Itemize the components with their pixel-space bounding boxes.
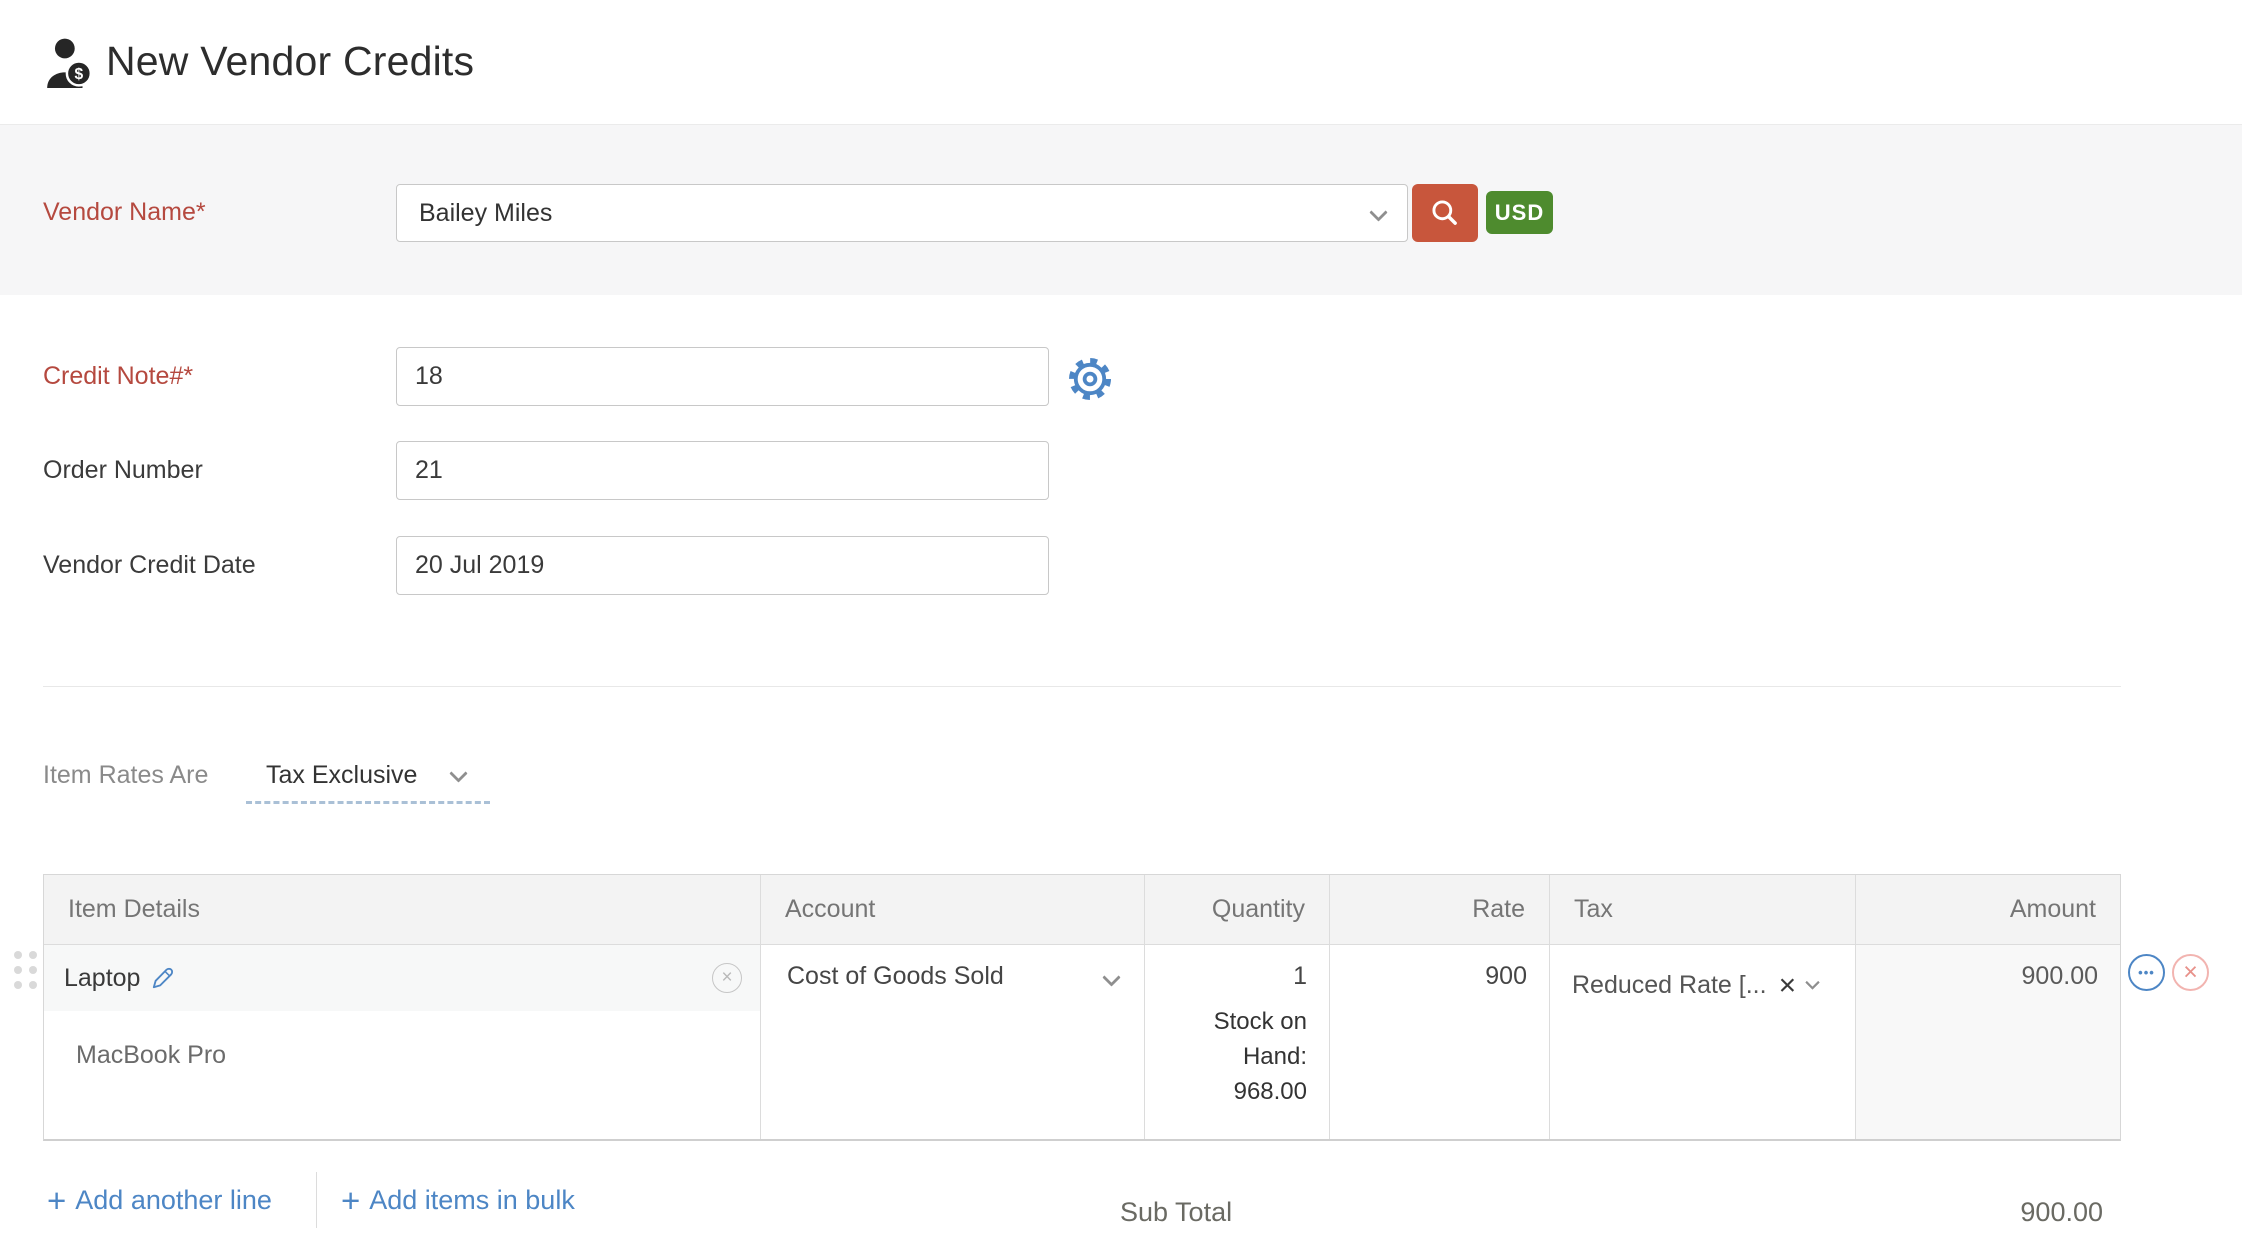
amount-value: 900.00 [2021, 962, 2098, 990]
col-header-account: Account [761, 875, 1145, 944]
chevron-down-icon [1369, 203, 1388, 222]
delete-row-button[interactable]: × [2172, 954, 2209, 991]
credit-note-label: Credit Note#* [43, 362, 194, 390]
page-title: New Vendor Credits [106, 38, 475, 84]
col-header-amount: Amount [2009, 895, 2096, 923]
tax-cell: Reduced Rate [... × [1550, 945, 1856, 1139]
item-name-strip: Laptop × [44, 945, 760, 1011]
vendor-section: Vendor Name* Bailey Miles USD [0, 124, 2242, 295]
vendor-name-select[interactable]: Bailey Miles [396, 184, 1408, 242]
tax-value[interactable]: Reduced Rate [... [1572, 971, 1767, 1000]
ellipsis-icon: ••• [2138, 965, 2155, 980]
quantity-cell[interactable]: 1 Stock on Hand: 968.00 [1145, 945, 1330, 1139]
clear-item-button[interactable]: × [712, 963, 742, 993]
account-cell[interactable]: Cost of Goods Sold [761, 945, 1145, 1139]
credit-note-settings-button[interactable] [1066, 355, 1114, 403]
vendor-search-button[interactable] [1412, 184, 1478, 242]
edit-pencil-icon[interactable] [150, 965, 176, 991]
dollar-icon: $ [75, 66, 84, 83]
sub-total-value: 900.00 [2020, 1197, 2103, 1227]
col-header-rate: Rate [1330, 875, 1550, 944]
vendor-credit-date-label: Vendor Credit Date [43, 551, 256, 579]
item-rates-label: Item Rates Are [43, 761, 209, 789]
sub-total-label: Sub Total [1120, 1197, 1233, 1227]
col-header-tax: Tax [1550, 875, 1856, 944]
rate-value: 900 [1485, 962, 1527, 990]
stock-on-hand-value: 968.00 [1233, 1078, 1307, 1105]
item-details-cell: Laptop × MacBook Pro [44, 945, 761, 1139]
plus-icon: + [47, 1181, 67, 1219]
close-icon: × [2183, 958, 2198, 986]
chevron-down-icon[interactable] [1805, 975, 1820, 990]
row-drag-handle[interactable] [14, 951, 37, 989]
line-items-table: Item Details Account Quantity Rate Tax A… [43, 874, 2121, 1141]
chevron-down-icon[interactable] [449, 764, 468, 783]
quantity-value: 1 [1293, 962, 1307, 990]
add-items-in-bulk-label: Add items in bulk [369, 1184, 575, 1215]
amount-cell: 900.00 [1856, 945, 2120, 1139]
vendor-credits-icon: $ [44, 36, 94, 88]
links-divider [315, 1172, 317, 1228]
chevron-down-icon [1102, 968, 1121, 987]
table-actions: + Add another line + Add items in bulk [47, 1172, 575, 1228]
table-header-row: Item Details Account Quantity Rate Tax A… [44, 875, 2120, 945]
credit-note-input[interactable] [396, 347, 1049, 406]
gear-icon [1069, 358, 1111, 400]
order-number-label: Order Number [43, 456, 203, 484]
order-number-input[interactable] [396, 441, 1049, 500]
account-value: Cost of Goods Sold [787, 962, 1004, 990]
remove-tax-icon[interactable]: × [1779, 970, 1797, 1001]
item-description[interactable]: MacBook Pro [76, 1041, 760, 1070]
col-header-quantity: Quantity [1145, 875, 1330, 944]
plus-icon: + [340, 1181, 361, 1219]
table-row: Laptop × MacBook Pro Cost of Goods Sold … [44, 945, 2120, 1139]
currency-badge: USD [1486, 191, 1553, 234]
row-more-options-button[interactable]: ••• [2128, 954, 2165, 991]
vendor-name-label: Vendor Name* [43, 198, 206, 226]
page-header: $ New Vendor Credits [0, 0, 2242, 124]
add-items-in-bulk-link[interactable]: + Add items in bulk [341, 1184, 575, 1217]
section-divider [43, 686, 2121, 687]
add-another-line-link[interactable]: + Add another line [47, 1184, 272, 1217]
item-name: Laptop [64, 963, 141, 992]
search-icon [1432, 200, 1457, 225]
stock-on-hand-label: Stock on Hand: [1213, 1008, 1307, 1070]
add-another-line-label: Add another line [75, 1184, 272, 1215]
rate-cell[interactable]: 900 [1330, 945, 1550, 1139]
vendor-name-value: Bailey Miles [419, 198, 553, 227]
item-rates-underline [246, 801, 490, 804]
col-header-item-details: Item Details [44, 875, 761, 944]
item-rates-select[interactable]: Tax Exclusive [266, 761, 417, 790]
stock-on-hand: Stock on Hand: 968.00 [1199, 1004, 1307, 1109]
vendor-credit-date-input[interactable] [396, 536, 1049, 595]
new-vendor-credits-page: $ New Vendor Credits Vendor Name* Bailey… [0, 0, 2242, 1258]
